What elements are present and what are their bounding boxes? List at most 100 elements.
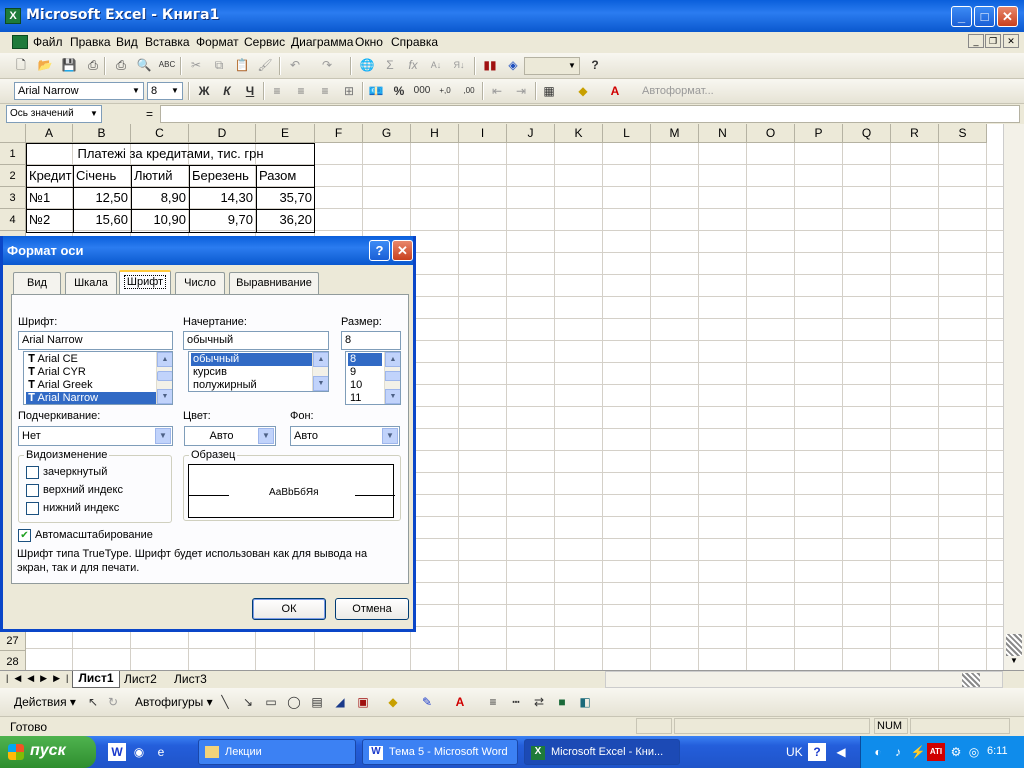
cell[interactable]: 9,70: [189, 209, 256, 231]
font-list-item[interactable]: 𝐓 Arial CE: [26, 353, 156, 366]
autosum-icon[interactable]: Σ: [381, 56, 399, 74]
format-painter-icon[interactable]: 🖌: [256, 56, 274, 74]
ie-quicklaunch-icon[interactable]: e: [152, 743, 170, 761]
scroll-down-icon[interactable]: ▼: [157, 389, 172, 404]
workbook-icon[interactable]: [12, 35, 28, 49]
cell-title[interactable]: Платежі за кредитами, тис. грн: [26, 143, 315, 165]
menu-format[interactable]: Формат: [196, 35, 239, 49]
cell[interactable]: 12,50: [73, 187, 131, 209]
superscript-checkbox[interactable]: [26, 484, 39, 497]
open-icon[interactable]: 📂: [36, 56, 54, 74]
column-header[interactable]: L: [603, 124, 651, 143]
tab-alignment[interactable]: Выравнивание: [229, 272, 319, 294]
minimize-button[interactable]: _: [951, 6, 972, 27]
task-word[interactable]: W Тема 5 - Microsoft Word: [362, 739, 518, 765]
row-header[interactable]: 27: [0, 630, 26, 651]
font-color-draw-icon[interactable]: A: [451, 693, 469, 711]
tray-settings-icon[interactable]: ⚙: [947, 743, 965, 761]
tab-sheet3[interactable]: Лист3: [174, 672, 207, 686]
style-list-item[interactable]: курсив: [191, 366, 312, 379]
print-icon[interactable]: ⎙: [112, 56, 130, 74]
cell[interactable]: 15,60: [73, 209, 131, 231]
align-center-icon[interactable]: ≡: [292, 82, 310, 100]
tray-media-icon[interactable]: ◎: [965, 743, 983, 761]
hyperlink-icon[interactable]: 🌐: [358, 56, 376, 74]
spelling-icon[interactable]: ABC: [158, 56, 176, 74]
bold-button[interactable]: Ж: [195, 82, 213, 100]
size-list-scrollbar[interactable]: ▲ ▼: [384, 352, 400, 404]
row-header[interactable]: 2: [0, 165, 26, 187]
select-all-corner[interactable]: [0, 124, 26, 143]
column-header[interactable]: Q: [843, 124, 891, 143]
formula-input[interactable]: [160, 105, 1020, 123]
permission-icon[interactable]: ⎙: [84, 56, 102, 74]
tab-sheet1[interactable]: Лист1: [72, 671, 120, 688]
scroll-down-icon[interactable]: ▼: [313, 376, 328, 391]
column-header[interactable]: R: [891, 124, 939, 143]
actions-menu[interactable]: Действия ▾: [14, 695, 76, 709]
help-icon[interactable]: ?: [586, 56, 604, 74]
ok-button[interactable]: ОК: [252, 598, 326, 620]
word-quicklaunch-icon[interactable]: W: [108, 743, 126, 761]
tab-view[interactable]: Вид: [13, 272, 61, 294]
column-header[interactable]: E: [256, 124, 315, 143]
3d-icon[interactable]: ◧: [576, 693, 594, 711]
line-style-icon[interactable]: ≡: [484, 693, 502, 711]
currency-icon[interactable]: 💶: [367, 82, 385, 100]
arrow-style-icon[interactable]: ⇄: [530, 693, 548, 711]
cell[interactable]: Березень: [189, 165, 256, 187]
column-header[interactable]: P: [795, 124, 843, 143]
menu-window[interactable]: Окно: [355, 35, 383, 49]
column-header[interactable]: I: [459, 124, 507, 143]
size-list-item[interactable]: 9: [348, 366, 382, 379]
borders-icon[interactable]: ▦: [540, 82, 558, 100]
scroll-up-icon[interactable]: ▲: [157, 352, 172, 367]
column-header[interactable]: D: [189, 124, 256, 143]
align-right-icon[interactable]: ≡: [316, 82, 334, 100]
font-input[interactable]: Arial Narrow: [18, 331, 173, 350]
redo-icon[interactable]: ↷: [318, 56, 336, 74]
tray-ati-icon[interactable]: ATI: [927, 743, 945, 761]
decrease-indent-icon[interactable]: ⇤: [488, 82, 506, 100]
cell[interactable]: 36,20: [256, 209, 315, 231]
style-list-item[interactable]: полужирный: [191, 379, 312, 391]
scroll-down-icon[interactable]: ▼: [1006, 656, 1022, 670]
scroll-up-icon[interactable]: ▲: [385, 352, 400, 367]
sort-desc-icon[interactable]: Я↓: [450, 56, 468, 74]
tray-chevron-icon[interactable]: ◀: [832, 743, 850, 761]
help-tray-icon[interactable]: ?: [808, 743, 826, 761]
new-icon[interactable]: 🗋: [12, 56, 30, 74]
autoformat-button[interactable]: Автоформат...: [642, 85, 714, 97]
save-icon[interactable]: 💾: [60, 56, 78, 74]
scroll-thumb[interactable]: [157, 371, 172, 381]
column-header[interactable]: N: [699, 124, 747, 143]
merge-center-icon[interactable]: ⊞: [340, 82, 358, 100]
doc-minimize-button[interactable]: _: [968, 34, 984, 48]
close-button[interactable]: ✕: [997, 6, 1018, 27]
line-icon[interactable]: ╲: [216, 693, 234, 711]
font-list-item[interactable]: 𝐓 Arial CYR: [26, 366, 156, 379]
menu-file[interactable]: Файл: [33, 35, 63, 49]
color-select[interactable]: Авто ▼: [184, 426, 276, 446]
drawing-icon[interactable]: ◈: [504, 56, 522, 74]
tray-volume-icon[interactable]: ♪: [889, 743, 907, 761]
browser-quicklaunch-icon[interactable]: ◉: [130, 743, 148, 761]
sort-asc-icon[interactable]: A↓: [427, 56, 445, 74]
tab-font[interactable]: Шрифт: [119, 270, 171, 295]
row-header[interactable]: 28: [0, 651, 26, 670]
start-button[interactable]: пуск: [0, 736, 96, 768]
tab-scroll-icons[interactable]: |◀◀▶▶|: [6, 673, 74, 684]
row-header[interactable]: 1: [0, 143, 26, 165]
row-header[interactable]: 4: [0, 209, 26, 231]
column-header[interactable]: H: [411, 124, 459, 143]
insert-picture-icon[interactable]: ▣: [354, 693, 372, 711]
excel-icon[interactable]: X: [5, 8, 21, 24]
tray-network-icon[interactable]: ⚡: [909, 743, 927, 761]
thousands-button[interactable]: 000: [410, 82, 434, 100]
underline-select[interactable]: Нет ▼: [18, 426, 173, 446]
increase-decimal-icon[interactable]: +,0: [436, 82, 454, 100]
cancel-button[interactable]: Отмена: [335, 598, 409, 620]
split-handle-icon[interactable]: [1006, 634, 1022, 656]
undo-icon[interactable]: ↶: [286, 56, 304, 74]
maximize-button[interactable]: □: [974, 6, 995, 27]
